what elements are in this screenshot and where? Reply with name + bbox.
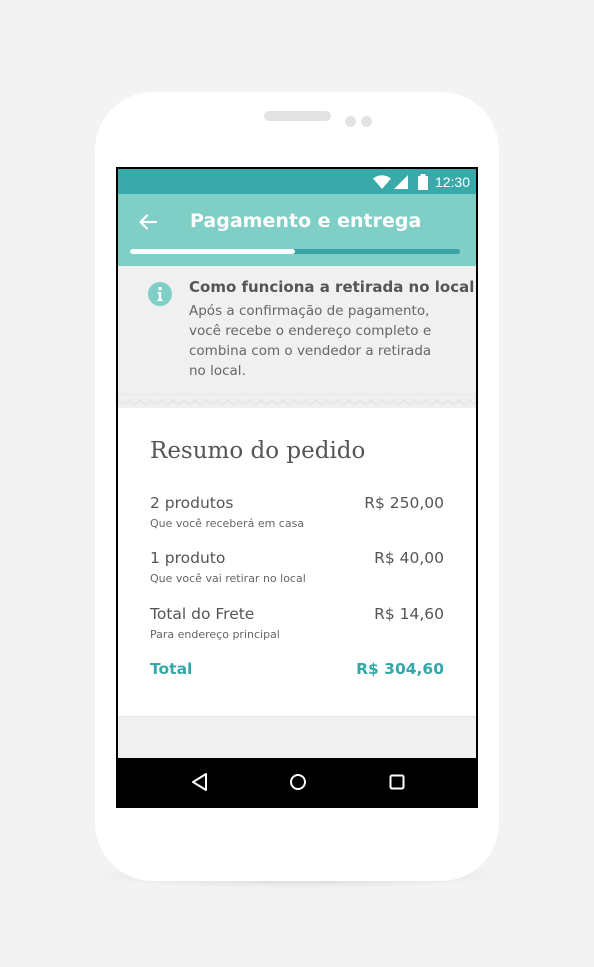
phone-screen: 12:30 Pagamento e entrega Como funciona … xyxy=(116,167,478,808)
row-label: Total do Frete xyxy=(150,605,255,623)
info-body: Após a confirmação de pagamento, você re… xyxy=(189,301,449,381)
info-line: você recebe o endereço completo e xyxy=(189,323,432,339)
arrow-left-icon[interactable] xyxy=(138,212,158,232)
wifi-icon xyxy=(372,175,391,189)
checkout-progress-bar xyxy=(130,249,460,254)
info-line: Após a confirmação de pagamento, xyxy=(189,303,430,319)
info-icon xyxy=(148,282,172,306)
total-value: R$ 304,60 xyxy=(356,660,444,678)
phone-speaker xyxy=(264,111,331,121)
status-bar: 12:30 xyxy=(118,169,476,194)
info-line: combina com o vendedor a retirada xyxy=(189,343,432,359)
row-label: 2 produtos xyxy=(150,494,234,512)
row-value: R$ 40,00 xyxy=(374,549,444,567)
progress-fill xyxy=(130,249,295,254)
phone-sensor xyxy=(345,116,356,127)
cell-signal-icon xyxy=(393,175,408,189)
home-circle-icon[interactable] xyxy=(286,770,310,794)
phone-camera xyxy=(361,116,372,127)
row-value: R$ 14,60 xyxy=(374,605,444,623)
recents-square-icon[interactable] xyxy=(385,770,409,794)
summary-total-row: Total R$ 304,60 xyxy=(150,660,444,700)
order-summary-title: Resumo do pedido xyxy=(150,438,366,464)
total-label: Total xyxy=(150,660,193,678)
android-nav-bar xyxy=(118,758,476,806)
summary-row: 2 produtos Que você receberá em casa R$ … xyxy=(150,494,444,534)
back-triangle-icon[interactable] xyxy=(188,770,212,794)
page-title: Pagamento e entrega xyxy=(190,210,422,232)
app-bar: Pagamento e entrega xyxy=(118,194,476,266)
row-sublabel: Que você receberá em casa xyxy=(150,517,305,530)
row-sublabel: Para endereço principal xyxy=(150,628,280,641)
order-summary-card: Resumo do pedido 2 produtos Que você rec… xyxy=(118,408,476,717)
battery-icon xyxy=(417,174,428,190)
row-value: R$ 250,00 xyxy=(364,494,444,512)
summary-row: Total do Frete Para endereço principal R… xyxy=(150,605,444,645)
status-time: 12:30 xyxy=(434,174,470,190)
summary-row: 1 produto Que você vai retirar no local … xyxy=(150,549,444,589)
info-title: Como funciona a retirada no local xyxy=(189,278,475,296)
main-content: Como funciona a retirada no local Após a… xyxy=(118,266,476,758)
info-line: no local. xyxy=(189,363,246,379)
mockup-stage: 12:30 Pagamento e entrega Como funciona … xyxy=(0,0,594,967)
pickup-info-notice: Como funciona a retirada no local Após a… xyxy=(118,266,476,408)
row-label: 1 produto xyxy=(150,549,226,567)
row-sublabel: Que você vai retirar no local xyxy=(150,572,306,585)
